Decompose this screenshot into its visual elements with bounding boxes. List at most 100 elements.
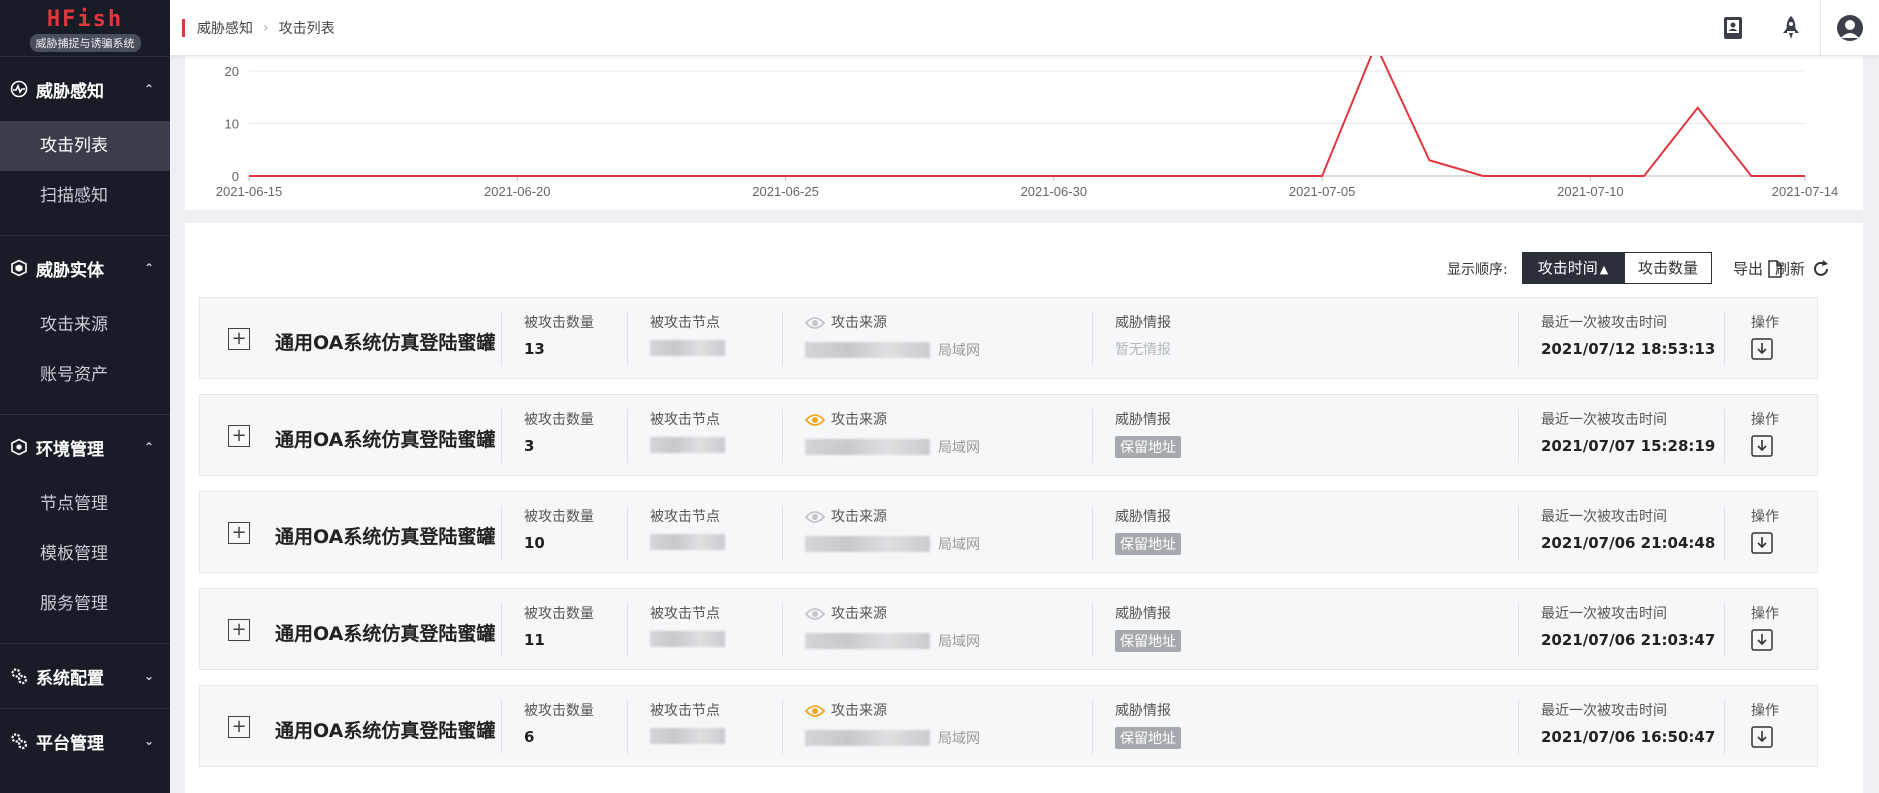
expand-plus-icon[interactable]: +	[228, 619, 250, 641]
last-attack-time-col: 最近一次被攻击时间 2021/07/06 21:04:48	[1518, 506, 1724, 560]
honeypot-title: 通用OA系统仿真登陆蜜罐	[275, 526, 496, 548]
attack-count-label: 被攻击数量	[524, 606, 594, 622]
attack-source-label: 攻击来源	[831, 606, 887, 622]
threat-intel-col: 威胁情报 保留地址	[1092, 700, 1402, 754]
intel-tag: 保留地址	[1115, 533, 1181, 555]
gears-icon	[10, 732, 28, 750]
logo[interactable]: HFish 威胁捕捉与诱骗系统	[0, 0, 170, 56]
nav-group-label: 系统配置	[36, 668, 104, 689]
redacted-node	[650, 631, 725, 647]
sidebar-item-scan-perception[interactable]: 扫描感知	[0, 171, 170, 221]
honeypot-title: 通用OA系统仿真登陆蜜罐	[275, 623, 496, 645]
attack-count-col: 被攻击数量 3	[501, 409, 627, 463]
attack-count-col: 被攻击数量 13	[501, 312, 627, 366]
eye-icon[interactable]	[805, 607, 825, 621]
list-item[interactable]: + 通用OA系统仿真登陆蜜罐 被攻击数量 6 被攻击节点 攻击来源 局域网 威胁…	[199, 685, 1818, 767]
radar-icon	[10, 80, 28, 98]
breadcrumb-item: 攻击列表	[278, 20, 335, 37]
logo-subtitle: 威胁捕捉与诱骗系统	[29, 34, 141, 52]
eye-icon[interactable]	[805, 704, 825, 718]
nav-group-label: 环境管理	[36, 439, 104, 460]
eye-icon[interactable]	[805, 316, 825, 330]
expand-plus-icon[interactable]: +	[228, 425, 250, 447]
nav-group-env-management: 环境管理 ⌃ 节点管理 模板管理 服务管理	[0, 414, 170, 643]
nav-group-header[interactable]: 威胁感知 ⌃	[0, 57, 170, 121]
last-attack-time-col: 最近一次被攻击时间 2021/07/06 21:03:47	[1518, 603, 1724, 657]
attack-source-col: 攻击来源 局域网	[782, 312, 1092, 366]
attack-count-col: 被攻击数量 10	[501, 506, 627, 560]
attack-source-label: 攻击来源	[831, 509, 887, 525]
eye-icon[interactable]	[805, 510, 825, 524]
action-col: 操作	[1724, 312, 1814, 366]
breadcrumb-item[interactable]: 威胁感知	[197, 18, 253, 38]
attacked-node-label: 被攻击节点	[650, 509, 720, 525]
export-label: 导出	[1733, 260, 1764, 278]
sort-by-time-button[interactable]: 攻击时间 ▲︎	[1522, 252, 1624, 284]
chevron-up-icon: ⌃	[143, 440, 154, 454]
last-attack-time-value: 2021/07/06 21:03:47	[1541, 631, 1716, 649]
chevron-down-icon: ⌄	[143, 669, 154, 683]
attacked-node-label: 被攻击节点	[650, 703, 720, 719]
threat-intel-label: 威胁情报	[1115, 509, 1171, 525]
action-label: 操作	[1751, 606, 1779, 622]
chevron-down-icon: ⌄	[143, 734, 154, 748]
download-icon[interactable]	[1751, 629, 1773, 651]
nav-group-label: 威胁实体	[36, 260, 104, 281]
attack-source-col: 攻击来源 局域网	[782, 506, 1092, 560]
attack-source-col: 攻击来源 局域网	[782, 603, 1092, 657]
sidebar-item-template-management[interactable]: 模板管理	[0, 529, 170, 579]
sidebar-item-node-management[interactable]: 节点管理	[0, 479, 170, 529]
list-toolbar: 显示顺序: 攻击时间 ▲︎ 攻击数量 导出 刷新	[185, 250, 1863, 284]
attack-source-col: 攻击来源 局域网	[782, 700, 1092, 754]
rocket-icon[interactable]	[1762, 0, 1820, 56]
manual-icon[interactable]	[1704, 0, 1762, 56]
nav-group-header[interactable]: 平台管理 ⌄	[0, 709, 170, 773]
sort-by-count-button[interactable]: 攻击数量	[1624, 252, 1712, 284]
expand-plus-icon[interactable]: +	[228, 522, 250, 544]
x-tick-label: 2021-07-14	[1772, 184, 1839, 199]
expand-plus-icon[interactable]: +	[228, 716, 250, 738]
download-icon[interactable]	[1751, 338, 1773, 360]
last-attack-time-value: 2021/07/12 18:53:13	[1541, 340, 1716, 358]
attack-source-label: 攻击来源	[831, 412, 887, 428]
nav-group-header[interactable]: 威胁实体 ⌃	[0, 236, 170, 300]
list-item[interactable]: + 通用OA系统仿真登陆蜜罐 被攻击数量 3 被攻击节点 攻击来源 局域网 威胁…	[199, 394, 1818, 476]
sidebar-item-service-management[interactable]: 服务管理	[0, 579, 170, 629]
source-network-type: 局域网	[938, 343, 980, 359]
nav-group-header[interactable]: 环境管理 ⌃	[0, 415, 170, 479]
attacked-node-label: 被攻击节点	[650, 315, 720, 331]
user-avatar-icon[interactable]	[1821, 0, 1879, 56]
list-item[interactable]: + 通用OA系统仿真登陆蜜罐 被攻击数量 13 被攻击节点 攻击来源 局域网 威…	[199, 297, 1818, 379]
attack-count-col: 被攻击数量 6	[501, 700, 627, 754]
last-attack-time-col: 最近一次被攻击时间 2021/07/07 15:28:19	[1518, 409, 1724, 463]
attacked-node-col: 被攻击节点	[627, 312, 782, 366]
download-icon[interactable]	[1751, 726, 1773, 748]
y-tick-label: 10	[225, 117, 239, 132]
eye-icon[interactable]	[805, 413, 825, 427]
list-item[interactable]: + 通用OA系统仿真登陆蜜罐 被攻击数量 10 被攻击节点 攻击来源 局域网 威…	[199, 491, 1818, 573]
nav-group-header[interactable]: 系统配置 ⌄	[0, 644, 170, 708]
refresh-label: 刷新	[1775, 260, 1806, 278]
y-tick-label: 0	[232, 169, 239, 184]
attacked-node-col: 被攻击节点	[627, 409, 782, 463]
threat-intel-col: 威胁情报 暂无情报	[1092, 312, 1402, 366]
threat-intel-label: 威胁情报	[1115, 703, 1171, 719]
sidebar-item-account-assets[interactable]: 账号资产	[0, 350, 170, 400]
attack-trend-chart: 0 10 20 2021-06-15 2021-06-20 2021-06-25 2021-…	[185, 56, 1863, 210]
download-icon[interactable]	[1751, 532, 1773, 554]
expand-plus-icon[interactable]: +	[228, 328, 250, 350]
redacted-node	[650, 534, 725, 550]
x-tick-label: 2021-06-15	[216, 184, 283, 199]
threat-intel-col: 威胁情报 保留地址	[1092, 603, 1402, 657]
action-label: 操作	[1751, 315, 1779, 331]
list-item[interactable]: + 通用OA系统仿真登陆蜜罐 被攻击数量 11 被攻击节点 攻击来源 局域网 威…	[199, 588, 1818, 670]
sidebar-item-attack-list[interactable]: 攻击列表	[0, 121, 170, 171]
download-icon[interactable]	[1751, 435, 1773, 457]
sidebar-item-attack-source[interactable]: 攻击来源	[0, 300, 170, 350]
refresh-button[interactable]: 刷新	[1775, 258, 1831, 279]
threat-intel-label: 威胁情报	[1115, 315, 1171, 331]
attack-count-value: 6	[524, 728, 535, 746]
threat-intel-label: 威胁情报	[1115, 606, 1171, 622]
breadcrumb-accent	[182, 18, 185, 37]
redacted-node	[650, 340, 725, 356]
